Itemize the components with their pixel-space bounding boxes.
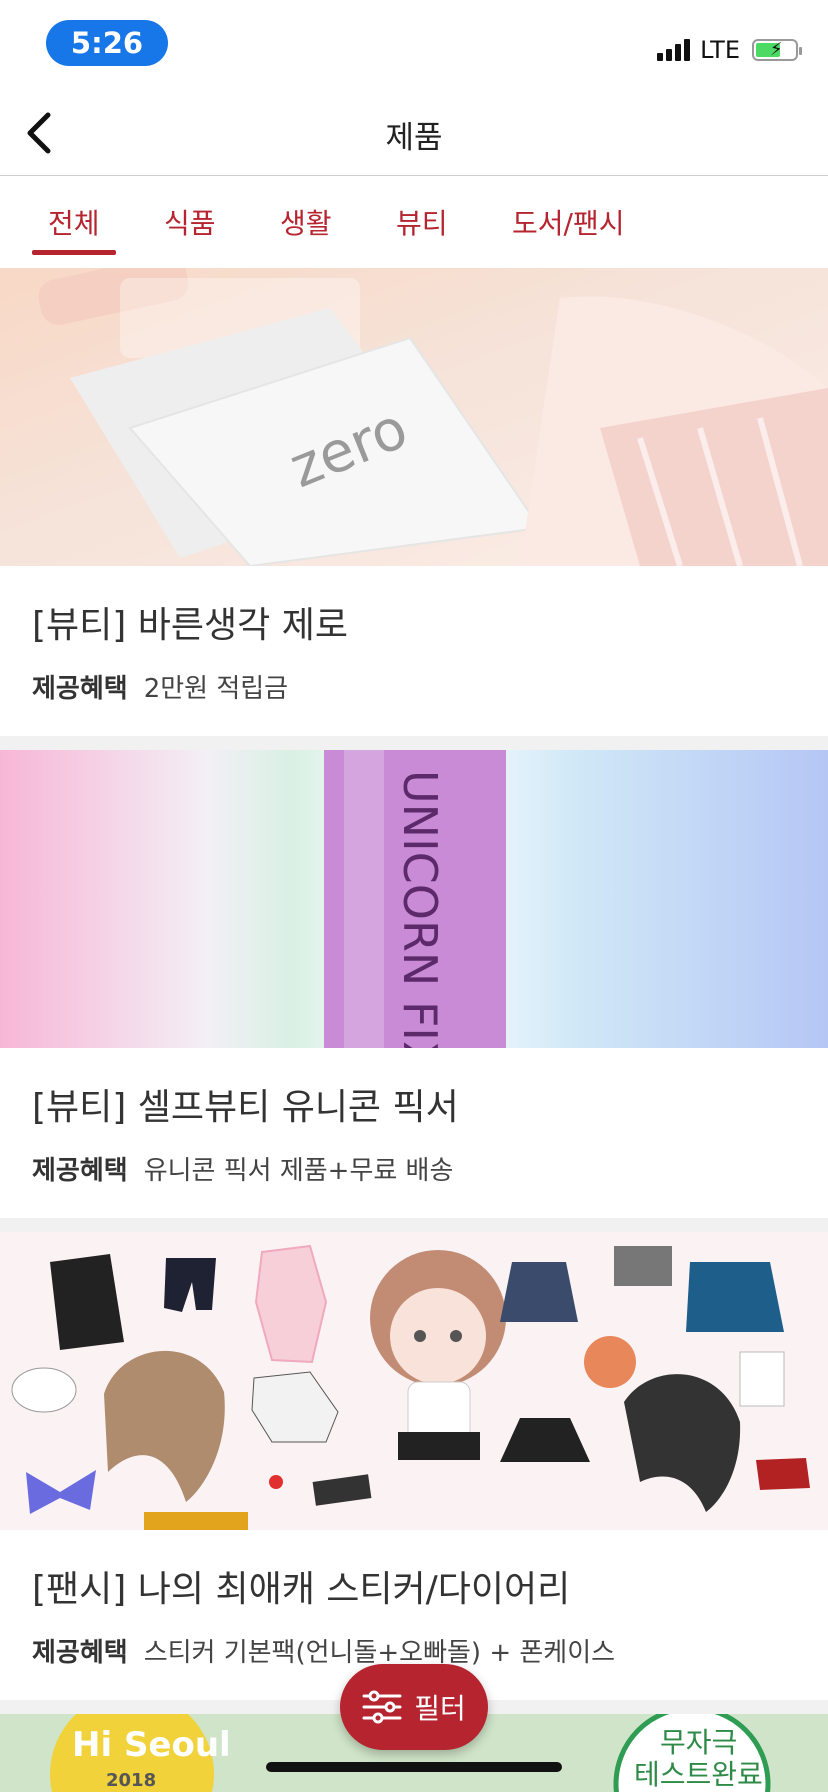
filter-button[interactable]: 필터 (340, 1664, 488, 1750)
tab-food[interactable]: 식품 (164, 202, 216, 242)
benefit-label: 제공혜택 (32, 1638, 128, 1668)
tab-beauty[interactable]: 뷰티 (396, 202, 448, 242)
signal-icon (657, 39, 691, 61)
tab-all[interactable]: 전체 (48, 202, 100, 242)
tab-books-fancy[interactable]: 도서/팬시 (512, 202, 624, 242)
page-title: 제품 (385, 120, 443, 156)
status-bar: 5:26 LTE ⚡ (0, 0, 828, 90)
card-divider (0, 736, 828, 750)
network-label: LTE (700, 36, 740, 64)
product-title: [뷰티] 바른생각 제로 (32, 605, 348, 646)
product-image-text: UNICORN FIXER (393, 770, 447, 1048)
badge-line-1: 무자극 (660, 1726, 737, 1759)
category-tabs: 전체 식품 생활 뷰티 도서/팬시 (0, 176, 828, 266)
product-card[interactable]: [팬시] 나의 최애캐 스티커/다이어리 제공혜택 스티커 기본팩(언니돌+오빠돌… (0, 1232, 828, 1700)
benefit-label: 제공혜택 (32, 674, 128, 704)
active-tab-indicator (32, 250, 116, 255)
benefit-value: 유니콘 픽서 제품+무료 배송 (143, 1156, 454, 1186)
battery-icon: ⚡ (752, 39, 802, 61)
product-benefit: 제공혜택 2만원 적립금 (32, 668, 288, 705)
benefit-label: 제공혜택 (32, 1156, 128, 1186)
product-title: [팬시] 나의 최애캐 스티커/다이어리 (32, 1569, 571, 1610)
product-card[interactable]: zero [뷰티] 바른생각 제로 제공혜택 2만원 적립금 (0, 268, 828, 736)
tab-living[interactable]: 생활 (280, 202, 332, 242)
filter-label: 필터 (414, 1692, 466, 1725)
navigation-header: 제품 (0, 90, 828, 176)
product-benefit: 제공혜택 스티커 기본팩(언니돌+오빠돌) + 폰케이스 (32, 1632, 615, 1669)
home-indicator (266, 1762, 562, 1772)
product-image: UNICORN FIXER (0, 750, 828, 1048)
card-divider (0, 1218, 828, 1232)
product-image: zero (0, 268, 828, 566)
product-title: [뷰티] 셀프뷰티 유니콘 픽서 (32, 1087, 459, 1128)
product-benefit: 제공혜택 유니콘 픽서 제품+무료 배송 (32, 1150, 453, 1187)
badge-line-2: 테스트완료 (634, 1758, 763, 1791)
status-time: 5:26 (46, 20, 168, 66)
product-card[interactable]: UNICORN FIXER [뷰티] 셀프뷰티 유니콘 픽서 제공혜택 유니콘 픽… (0, 750, 828, 1218)
status-icons: LTE ⚡ (657, 36, 802, 64)
sliders-icon (362, 1690, 402, 1724)
hi-seoul-logo-text: Hi Seoul (72, 1725, 231, 1765)
benefit-value: 2만원 적립금 (143, 674, 289, 704)
product-image (0, 1232, 828, 1530)
hi-seoul-year: 2018 (106, 1770, 156, 1791)
